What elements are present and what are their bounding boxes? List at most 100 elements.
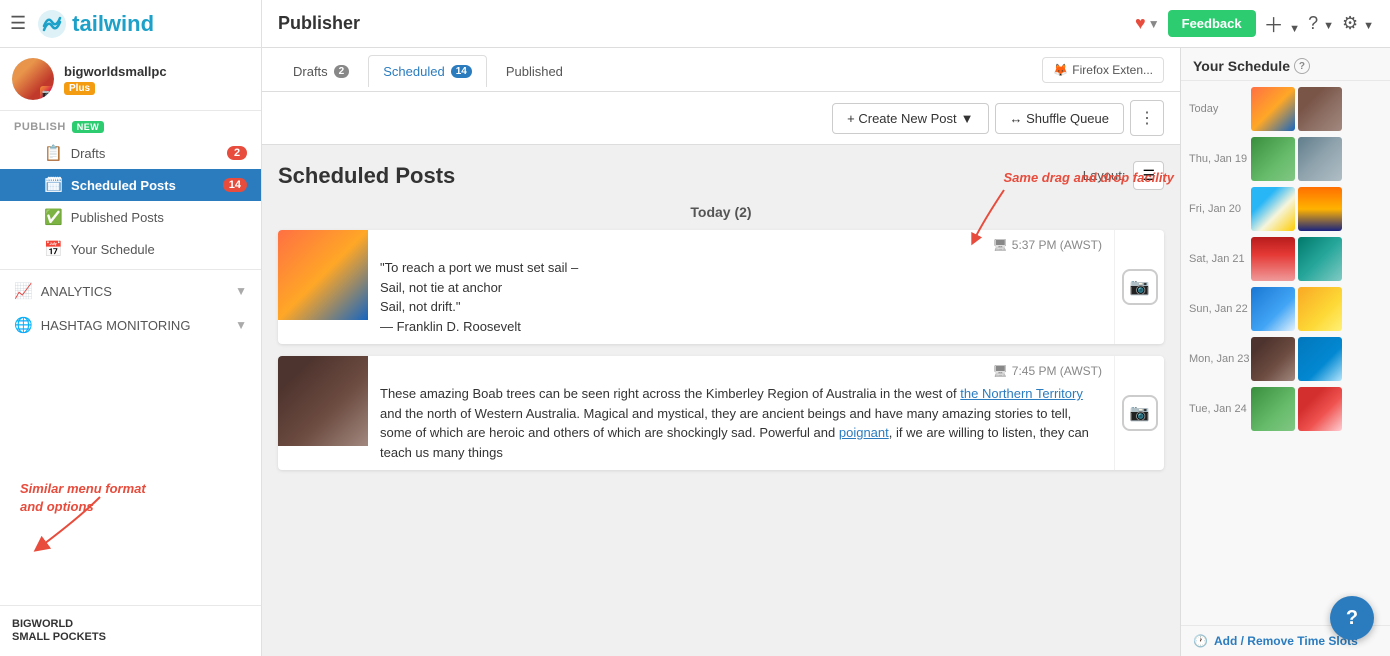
- plus-badge: Plus: [64, 82, 95, 95]
- sidebar-item-your-schedule[interactable]: 📅 Your Schedule: [0, 233, 261, 265]
- schedule-thumbs: [1251, 137, 1342, 181]
- schedule-thumb[interactable]: [1251, 387, 1295, 431]
- post-text: These amazing Boab trees can be seen rig…: [380, 384, 1102, 462]
- user-info: bigworldsmallpc Plus: [64, 64, 167, 95]
- schedule-day-label: Today: [1189, 103, 1251, 115]
- schedule-thumb[interactable]: [1251, 87, 1295, 131]
- action-bar: + Create New Post ▼ ↔ Shuffle Queue ⋮: [262, 92, 1180, 145]
- schedule-day-sat: Sat, Jan 21: [1189, 237, 1382, 281]
- sidebar-item-drafts[interactable]: 📋 Drafts 2: [0, 137, 261, 169]
- sidebar-item-scheduled-posts[interactable]: 🗓 Scheduled Posts 14: [0, 169, 261, 201]
- schedule-thumbs: [1251, 87, 1342, 131]
- schedule-day-label: Mon, Jan 23: [1189, 353, 1251, 365]
- schedule-day-fri: Fri, Jan 20: [1189, 187, 1382, 231]
- schedule-day-label: Sun, Jan 22: [1189, 303, 1251, 315]
- tab-drafts[interactable]: Drafts 2: [278, 55, 364, 87]
- tabs-right-actions: 🦊 Firefox Exten...: [1042, 57, 1164, 83]
- content-area: Drafts 2 Scheduled 14 Published 🦊 Firefo…: [262, 48, 1390, 656]
- poignant-link[interactable]: poignant: [839, 425, 889, 440]
- day-group-today: Today (2): [278, 204, 1164, 220]
- create-post-chevron-icon: ▼: [961, 111, 974, 126]
- sidebar-item-analytics[interactable]: 📈 ANALYTICS ▼: [0, 274, 261, 308]
- feedback-button[interactable]: Feedback: [1168, 10, 1256, 37]
- schedule-day-mon: Mon, Jan 23: [1189, 337, 1382, 381]
- add-button[interactable]: ＋ ▼: [1264, 9, 1300, 38]
- post-image: [278, 356, 368, 446]
- post-text: "To reach a port we must set sail – Sail…: [380, 258, 1102, 336]
- right-panel: Your Schedule ? Today: [1180, 48, 1390, 656]
- topbar: Publisher ♥ ▼ Feedback ＋ ▼ ? ▼ ⚙ ▼: [262, 0, 1390, 48]
- post-time: 🖥 7:45 PM (AWST): [993, 364, 1102, 378]
- schedule-day-tue: Tue, Jan 24: [1189, 387, 1382, 431]
- instagram-post-icon-2[interactable]: 📷: [1122, 395, 1158, 431]
- schedule-day-label: Tue, Jan 24: [1189, 403, 1251, 415]
- post-thumbnail: [278, 356, 368, 446]
- northern-territory-link[interactable]: the Northern Territory: [960, 386, 1083, 401]
- posts-area: Scheduled Posts Layout: ☰ Today (2) Same…: [262, 145, 1180, 656]
- analytics-chevron-icon: ▼: [235, 284, 247, 298]
- schedule-thumbs: [1251, 287, 1342, 331]
- schedule-thumb[interactable]: [1298, 87, 1342, 131]
- hashtag-chevron-icon: ▼: [235, 318, 247, 332]
- schedule-thumb[interactable]: [1251, 287, 1295, 331]
- sidebar: ☰ tailwind 📷 bigworldsmallpc Plus PUBLIS…: [0, 0, 262, 656]
- instagram-badge: 📷: [40, 86, 54, 100]
- heart-button[interactable]: ♥ ▼: [1135, 13, 1160, 34]
- help-button[interactable]: ? ▼: [1308, 13, 1334, 34]
- clock-icon: 🖥: [993, 238, 1008, 252]
- schedule-thumb[interactable]: [1298, 237, 1342, 281]
- schedule-thumb[interactable]: [1298, 387, 1342, 431]
- publish-section-label: PUBLISH NEW: [0, 111, 261, 137]
- tabs-bar: Drafts 2 Scheduled 14 Published 🦊 Firefo…: [262, 48, 1180, 92]
- schedule-thumb[interactable]: [1298, 187, 1342, 231]
- schedule-thumb[interactable]: [1251, 187, 1295, 231]
- layout-label: Layout:: [1083, 168, 1126, 183]
- tailwind-logo: [36, 8, 68, 40]
- post-time: 🖥 5:37 PM (AWST): [993, 238, 1102, 252]
- scheduled-count: 14: [223, 178, 247, 192]
- post-meta: 🖥 5:37 PM (AWST): [380, 238, 1102, 252]
- shuffle-queue-button[interactable]: ↔ Shuffle Queue: [995, 103, 1125, 134]
- help-bubble-button[interactable]: ?: [1330, 596, 1374, 640]
- schedule-thumbs: [1251, 387, 1342, 431]
- post-actions: 📷: [1114, 356, 1164, 470]
- schedule-thumb[interactable]: [1298, 137, 1342, 181]
- post-body: 🖥 5:37 PM (AWST) "To reach a port we mus…: [368, 230, 1114, 344]
- tab-published[interactable]: Published: [491, 55, 578, 87]
- main-content: Publisher ♥ ▼ Feedback ＋ ▼ ? ▼ ⚙ ▼ Draft…: [262, 0, 1390, 656]
- sidebar-header: ☰ tailwind: [0, 0, 261, 48]
- sidebar-item-published-posts[interactable]: ✅ Published Posts: [0, 201, 261, 233]
- schedule-thumb[interactable]: [1298, 337, 1342, 381]
- instagram-post-icon[interactable]: 📷: [1122, 269, 1158, 305]
- schedule-header: Your Schedule ?: [1181, 48, 1390, 81]
- settings-button[interactable]: ⚙ ▼: [1342, 13, 1374, 34]
- firefox-extension-button[interactable]: 🦊 Firefox Exten...: [1042, 57, 1164, 83]
- drafts-tab-count: 2: [334, 65, 350, 78]
- schedule-day-label: Sat, Jan 21: [1189, 253, 1251, 265]
- post-card: 🖥 7:45 PM (AWST) These amazing Boab tree…: [278, 356, 1164, 470]
- schedule-thumb[interactable]: [1251, 137, 1295, 181]
- schedule-title: Your Schedule: [1193, 58, 1290, 74]
- clock-icon: 🖥: [993, 364, 1008, 378]
- layout-control: Layout: ☰: [1083, 161, 1164, 190]
- schedule-list: Today Thu, Jan 19: [1181, 81, 1390, 625]
- create-post-button[interactable]: + Create New Post ▼: [832, 103, 988, 134]
- schedule-thumb[interactable]: [1298, 287, 1342, 331]
- post-image: [278, 230, 368, 320]
- page-title: Publisher: [278, 13, 1135, 34]
- more-options-button[interactable]: ⋮: [1130, 100, 1164, 136]
- hamburger-icon[interactable]: ☰: [10, 13, 26, 34]
- sidebar-item-hashtag[interactable]: 🌐 HASHTAG MONITORING ▼: [0, 308, 261, 342]
- logo-text: tailwind: [72, 11, 154, 37]
- posts-header: Scheduled Posts Layout: ☰: [278, 161, 1164, 190]
- tab-scheduled[interactable]: Scheduled 14: [368, 55, 487, 87]
- post-meta: 🖥 7:45 PM (AWST): [380, 364, 1102, 378]
- schedule-thumb[interactable]: [1251, 337, 1295, 381]
- post-body: 🖥 7:45 PM (AWST) These amazing Boab tree…: [368, 356, 1114, 470]
- schedule-help-button[interactable]: ?: [1294, 58, 1310, 74]
- scheduled-tab-count: 14: [451, 65, 472, 78]
- schedule-thumb[interactable]: [1251, 237, 1295, 281]
- layout-list-button[interactable]: ☰: [1133, 161, 1164, 190]
- schedule-day-label: Fri, Jan 20: [1189, 203, 1251, 215]
- user-section: 📷 bigworldsmallpc Plus: [0, 48, 261, 111]
